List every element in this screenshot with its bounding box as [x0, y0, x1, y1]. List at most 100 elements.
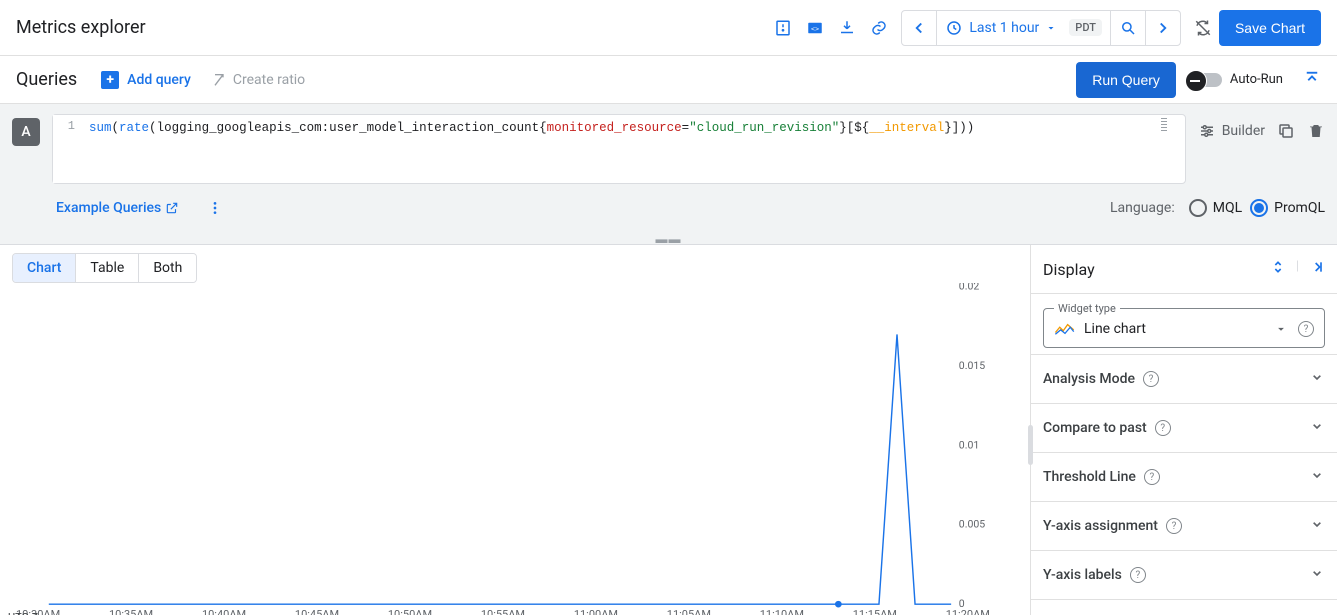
timezone-corner: UTC-7 [8, 611, 38, 615]
code-editor[interactable]: 1 sum(rate(logging_googleapis_com:user_m… [52, 114, 1186, 184]
tab-chart[interactable]: Chart [13, 254, 76, 282]
example-queries-label: Example Queries [56, 200, 161, 216]
x-tick: 11:20AM [946, 608, 990, 615]
section-threshold-line[interactable]: Threshold Line? [1031, 452, 1337, 501]
section-y-axis-scale[interactable]: Y-axis scale? [1031, 599, 1337, 615]
code-content[interactable]: sum(rate(logging_googleapis_com:user_mod… [83, 115, 1185, 183]
x-tick: 10:45AM [295, 608, 339, 615]
code-icon[interactable]: <> [799, 12, 831, 44]
time-prev-button[interactable] [902, 11, 937, 45]
x-tick: 11:00AM [574, 608, 618, 615]
svg-text:0.005: 0.005 [959, 518, 985, 531]
time-range-button[interactable]: Last 1 hour PDT [937, 11, 1111, 45]
svg-text:0.015: 0.015 [959, 359, 985, 372]
section-label: Analysis Mode [1043, 371, 1135, 387]
x-tick: 10:40AM [202, 608, 246, 615]
widget-type-legend: Widget type [1054, 302, 1120, 315]
section-label: Compare to past [1043, 420, 1147, 436]
widget-type-select[interactable]: Widget type Line chart ? [1043, 308, 1325, 348]
chevron-down-icon [1309, 467, 1325, 487]
collapse-queries-icon[interactable] [1303, 69, 1321, 91]
section-label: Threshold Line [1043, 469, 1136, 485]
help-icon[interactable]: ? [1166, 518, 1182, 534]
line-chart-icon [1054, 322, 1076, 336]
query-more-icon[interactable] [199, 192, 231, 224]
lang-promql-radio[interactable]: PromQL [1250, 199, 1325, 217]
notes-icon[interactable] [767, 12, 799, 44]
timezone-pill: PDT [1069, 19, 1102, 36]
chart-pane: Chart Table Both 0 0.005 0.01 0.015 0.02 10:… [0, 245, 1031, 615]
example-queries-link[interactable]: Example Queries [56, 200, 179, 216]
create-ratio-button: Create ratio [211, 72, 305, 88]
x-tick: 11:15AM [853, 608, 897, 615]
help-icon[interactable]: ? [1143, 371, 1159, 387]
display-panel: Display | Widget type Line chart ? Analy… [1031, 245, 1337, 615]
x-tick: 10:50AM [388, 608, 432, 615]
auto-run-label: Auto-Run [1230, 72, 1283, 87]
svg-text:0.02: 0.02 [959, 283, 980, 293]
delete-query-icon[interactable] [1307, 122, 1325, 140]
query-chip-a[interactable]: A [12, 118, 40, 146]
chevron-down-icon [1309, 516, 1325, 536]
time-range-label: Last 1 hour [969, 20, 1039, 36]
x-tick: 10:55AM [481, 608, 525, 615]
promql-label: PromQL [1274, 200, 1325, 216]
x-axis-labels: 10:30AM10:35AM10:40AM10:45AM10:50AM10:55… [12, 608, 1030, 615]
plus-icon: + [101, 71, 119, 89]
page-title: Metrics explorer [16, 17, 146, 38]
toggle-icon [1188, 73, 1222, 87]
query-editor-area: A 1 sum(rate(logging_googleapis_com:user… [0, 104, 1337, 245]
svg-text:0.01: 0.01 [959, 438, 979, 451]
save-chart-button[interactable]: Save Chart [1219, 10, 1321, 46]
language-label: Language: [1110, 200, 1175, 216]
builder-toggle[interactable]: Builder [1198, 122, 1265, 140]
chevron-down-icon [1274, 322, 1288, 336]
builder-label: Builder [1222, 123, 1265, 139]
section-label: Y-axis assignment [1043, 518, 1158, 534]
queries-title: Queries [16, 69, 77, 90]
panel-resize-handle[interactable]: ▬▬ [0, 234, 1337, 244]
add-query-button[interactable]: + Add query [101, 71, 191, 89]
run-query-button[interactable]: Run Query [1076, 62, 1176, 98]
view-tabs: Chart Table Both [12, 253, 197, 283]
section-y-axis-assignment[interactable]: Y-axis assignment? [1031, 501, 1337, 550]
help-icon[interactable]: ? [1298, 321, 1314, 337]
create-ratio-label: Create ratio [233, 72, 305, 88]
expand-vert-icon[interactable] [1270, 259, 1286, 279]
editor-resize-handle[interactable] [1161, 118, 1167, 132]
app-header: Metrics explorer <> Last 1 hour PDT Save… [0, 0, 1337, 56]
collapse-right-icon[interactable] [1309, 259, 1325, 279]
queries-bar: Queries + Add query Create ratio Run Que… [0, 56, 1337, 104]
help-icon[interactable]: ? [1144, 469, 1160, 485]
x-tick: 11:05AM [667, 608, 711, 615]
section-y-axis-labels[interactable]: Y-axis labels? [1031, 550, 1337, 599]
side-scroll-indicator[interactable] [1028, 425, 1033, 465]
auto-run-toggle[interactable]: Auto-Run [1188, 72, 1283, 87]
download-icon[interactable] [831, 12, 863, 44]
x-tick: 11:10AM [760, 608, 804, 615]
svg-text:<>: <> [811, 26, 819, 34]
mql-label: MQL [1213, 200, 1242, 216]
lang-mql-radio[interactable]: MQL [1189, 199, 1242, 217]
widget-type-value: Line chart [1084, 321, 1274, 337]
help-icon[interactable]: ? [1155, 420, 1171, 436]
tab-table[interactable]: Table [76, 254, 139, 282]
link-icon[interactable] [863, 12, 895, 44]
svg-text:0: 0 [959, 597, 965, 608]
time-range-picker: Last 1 hour PDT [901, 10, 1181, 46]
section-analysis-mode[interactable]: Analysis Mode? [1031, 354, 1337, 403]
tab-both[interactable]: Both [139, 254, 196, 282]
sync-off-icon[interactable] [1187, 12, 1219, 44]
section-label: Y-axis labels [1043, 567, 1122, 583]
line-chart[interactable]: 0 0.005 0.01 0.015 0.02 [12, 283, 1030, 608]
chevron-down-icon [1309, 369, 1325, 389]
help-icon[interactable]: ? [1130, 567, 1146, 583]
time-next-button[interactable] [1146, 11, 1180, 45]
time-search-button[interactable] [1111, 11, 1146, 45]
section-compare-to-past[interactable]: Compare to past? [1031, 403, 1337, 452]
add-query-label: Add query [127, 72, 191, 88]
line-gutter: 1 [53, 115, 83, 183]
chevron-down-icon [1309, 565, 1325, 585]
duplicate-query-icon[interactable] [1277, 122, 1295, 140]
display-title: Display [1043, 260, 1095, 279]
